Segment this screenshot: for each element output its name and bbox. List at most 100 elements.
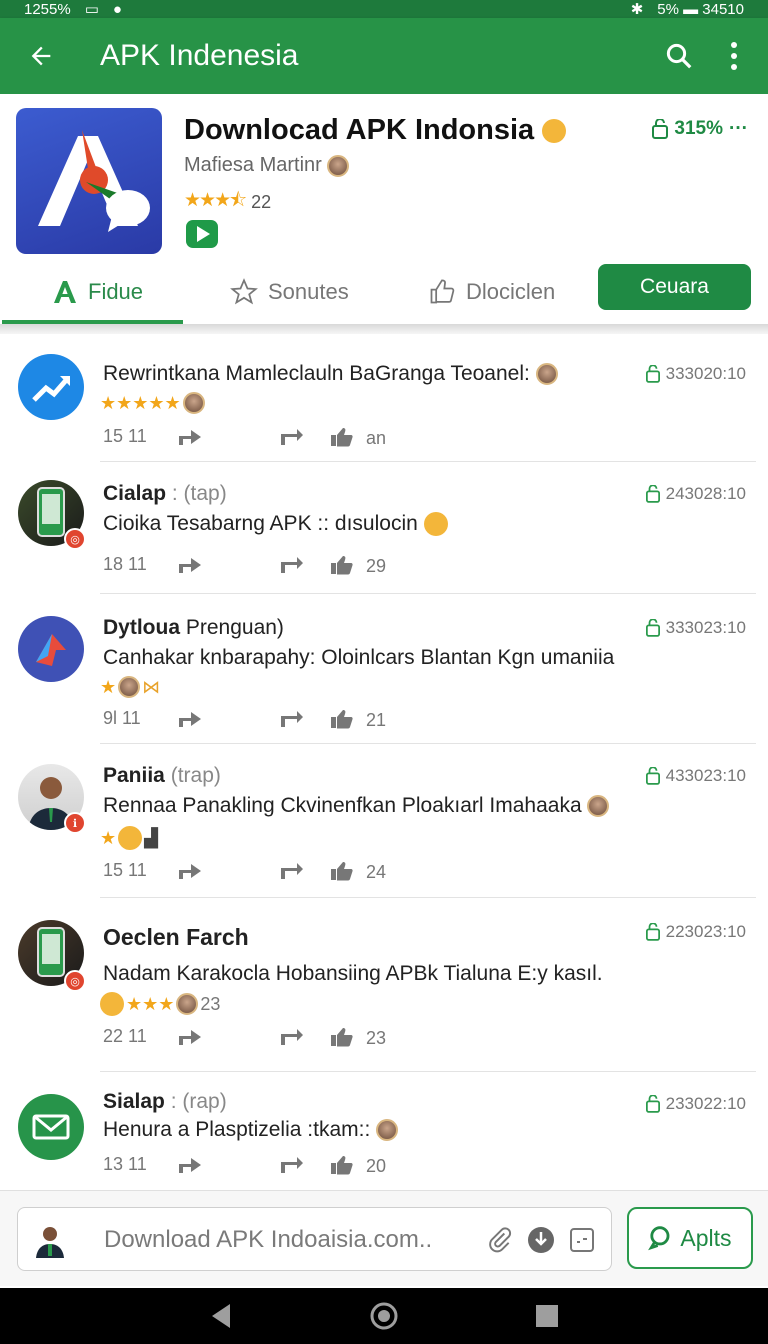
app-badge: ◎ [64, 970, 86, 992]
like-icon[interactable] [329, 426, 355, 448]
list-item[interactable]: ◎ Cialap : (tap) Cioika Tesabarng APK ::… [0, 462, 768, 594]
item-title: Cialap : (tap) [103, 482, 227, 505]
lock-icon [645, 619, 660, 637]
item-rating: ★ ▟ [100, 826, 158, 850]
item-meta: 13 11 20 [103, 1154, 387, 1176]
reply-icon[interactable] [177, 1154, 203, 1176]
reply-icon[interactable] [177, 426, 203, 448]
item-body: Nadam Karakocla Hobansiing APBk Tialuna … [103, 962, 603, 985]
avatar [18, 1094, 84, 1160]
item-meta: 15 11 an [103, 426, 387, 448]
retweet-icon[interactable] [279, 1154, 305, 1176]
system-nav-bar [0, 1288, 768, 1344]
avatar [18, 616, 84, 682]
battery-icon: ▭ [84, 1, 99, 18]
reply-icon[interactable] [177, 554, 203, 576]
item-title: Oeclen Farch [103, 924, 249, 950]
item-stamp: 233022:10 [645, 1094, 746, 1114]
rating-row: ★★★⯪ 22 [184, 186, 271, 218]
apply-button[interactable]: Aplts [627, 1207, 753, 1269]
cake-icon: ▟ [144, 827, 158, 848]
mail-icon [32, 1114, 70, 1140]
tab-dlociclen[interactable]: Dlociclen [428, 260, 555, 324]
emoji-icon [118, 826, 143, 850]
item-title: Dytloua Prenguan) [103, 616, 284, 639]
developer-avatar [327, 154, 350, 177]
avatar [18, 354, 84, 420]
like-icon[interactable] [329, 1154, 355, 1176]
lock-icon [645, 767, 660, 785]
item-body: Rennaa Panakling Ckvinenfkan Ploakıarl I… [103, 794, 610, 818]
item-title: Sialap : (rap) [103, 1090, 227, 1113]
app-badge: ℹ [64, 812, 86, 834]
app-header: Downlocad APK Indonsia Mafiesa Martinr ★… [0, 94, 768, 334]
status-bar: 1255% ▭ ● ✱ 5% ▬ 34510 [0, 0, 768, 18]
tab-bar: Fidue Sonutes Dlociclen Ceuara [0, 260, 768, 324]
notification-icon: ● [112, 0, 122, 18]
item-stamp: 243028:10 [645, 484, 746, 504]
like-icon[interactable] [329, 1026, 355, 1048]
search-input[interactable]: Download APK Indoaisia.com.. [17, 1207, 612, 1271]
app-logo-icon [38, 130, 150, 232]
app-badge: ◎ [64, 528, 86, 550]
retweet-icon[interactable] [279, 426, 305, 448]
attachment-icon[interactable] [487, 1227, 513, 1253]
user-avatar [118, 676, 141, 698]
arrow-logo-icon [36, 634, 66, 666]
reply-icon[interactable] [177, 860, 203, 882]
app-bar-title: APK Indenesia [100, 39, 299, 72]
item-meta: 22 11 23 [103, 1026, 387, 1048]
status-right-text: 5% ▬ 34510 [657, 0, 744, 18]
like-icon[interactable] [329, 554, 355, 576]
back-arrow-icon [31, 46, 51, 66]
back-button[interactable] [0, 42, 82, 70]
more-horiz-icon[interactable]: ··· [729, 118, 748, 140]
input-placeholder: Download APK Indoaisia.com.. [104, 1226, 433, 1253]
search-icon[interactable] [664, 41, 694, 71]
app-logo [16, 108, 162, 254]
list-item[interactable]: Dytloua Prenguan) Canhakar knbarapahy: O… [0, 594, 768, 744]
retweet-icon[interactable] [279, 708, 305, 730]
list-item[interactable]: ◎ Oeclen Farch Nadam Karakocla Hobansiin… [0, 898, 768, 1072]
lock-icon [645, 365, 660, 383]
list-item[interactable]: Rewrintkana Mamleclauln BaGranga Teoanel… [0, 338, 768, 462]
like-icon[interactable] [329, 708, 355, 730]
item-body: Henura a Plasptizelia :tkam:: [103, 1118, 399, 1142]
install-button[interactable]: Ceuara [598, 264, 751, 310]
item-title: Rewrintkana Mamleclauln BaGranga Teoanel… [103, 362, 558, 386]
retweet-icon[interactable] [279, 860, 305, 882]
item-rating: ★★★ 23 [100, 992, 220, 1016]
sticker-icon[interactable] [569, 1227, 595, 1253]
like-icon[interactable] [329, 860, 355, 882]
item-stamp: 333023:10 [645, 618, 746, 638]
reply-icon[interactable] [177, 1026, 203, 1048]
bowtie-icon: ⋈ [142, 676, 161, 697]
list-item[interactable]: Sialap : (rap) Henura a Plasptizelia :tk… [0, 1072, 768, 1188]
more-vert-icon[interactable] [730, 41, 738, 71]
user-avatar [376, 1119, 399, 1142]
item-stamp: 333020:10 [645, 364, 746, 384]
download-icon[interactable] [527, 1226, 555, 1254]
retweet-icon[interactable] [279, 1026, 305, 1048]
app-bar: APK Indenesia [0, 18, 768, 94]
tab-sonutes[interactable]: Sonutes [230, 260, 349, 324]
emoji-icon [100, 992, 124, 1016]
item-meta: 9l 11 21 [103, 708, 387, 730]
item-title: Paniia (trap) [103, 764, 221, 787]
review-list: Rewrintkana Mamleclauln BaGranga Teoanel… [0, 338, 768, 1188]
nav-recents-icon[interactable] [534, 1303, 560, 1329]
item-rating: ★★★★★ [100, 392, 205, 414]
star-outline-icon [230, 278, 258, 305]
retweet-icon[interactable] [279, 554, 305, 576]
reply-icon[interactable] [177, 708, 203, 730]
nav-back-icon[interactable] [208, 1302, 234, 1330]
compose-bar: Download APK Indoaisia.com.. Aplts [0, 1190, 768, 1286]
item-body: Cioika Tesabarng APK :: dısulocin [103, 512, 448, 537]
developer-name[interactable]: Mafiesa Martinr [184, 154, 350, 177]
app-title: Downlocad APK Indonsia [184, 114, 567, 147]
list-item[interactable]: ℹ Paniia (trap) Rennaa Panakling Ckvinen… [0, 744, 768, 898]
tab-fidue[interactable]: Fidue [1, 260, 184, 324]
emoji-icon [423, 512, 448, 537]
nav-home-icon[interactable] [369, 1301, 399, 1331]
trending-up-icon [32, 376, 70, 402]
